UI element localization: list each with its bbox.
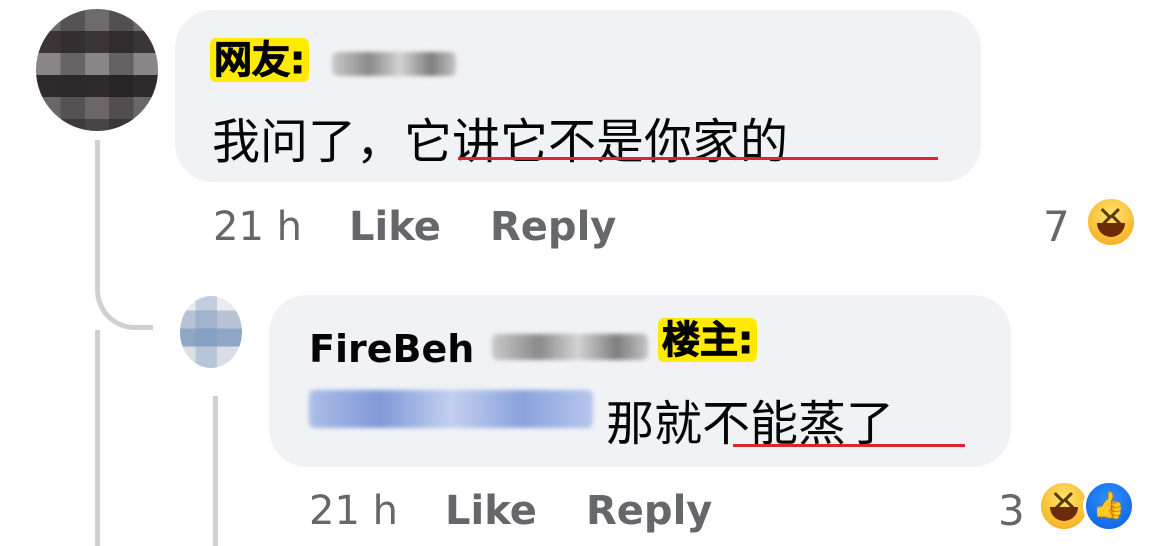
comment-2-timestamp[interactable]: 21 h: [309, 488, 398, 534]
comment-1-red-underline: [458, 157, 938, 160]
comment-2-like-button[interactable]: Like: [445, 488, 537, 534]
thread-line-left-continue: [95, 330, 100, 546]
haha-icon[interactable]: [1085, 196, 1137, 248]
comment-2-reply-button[interactable]: Reply: [586, 488, 712, 534]
comment-2-reaction-count[interactable]: 3: [998, 486, 1025, 535]
like-thumb-icon[interactable]: 👍: [1083, 480, 1135, 532]
comment-1-reaction-count[interactable]: 7: [1043, 202, 1070, 251]
thread-line-reply: [213, 396, 218, 546]
thread-line-curve: [95, 230, 153, 330]
comment-text-1-highlight: 它讲它不是你家的: [404, 114, 789, 170]
mentioned-user-blurred[interactable]: [309, 390, 593, 428]
comment-1-reply-button[interactable]: Reply: [490, 204, 616, 250]
commenter-tag-label: 网友:: [210, 38, 310, 83]
avatar-commenter[interactable]: [36, 9, 158, 131]
comment-2-red-underline: [733, 444, 965, 447]
commenter-name-blurred[interactable]: [332, 52, 456, 76]
author-tag-label: 楼主:: [658, 318, 758, 363]
author-name-blurred[interactable]: [492, 334, 648, 360]
avatar-author[interactable]: [180, 296, 242, 368]
comment-1-timestamp[interactable]: 21 h: [213, 204, 302, 250]
comment-text-2-prefix: 那就: [606, 396, 703, 452]
comment-1-like-button[interactable]: Like: [349, 204, 441, 250]
comment-text-1: 我问了，它讲它不是你家的: [212, 102, 788, 172]
comment-2-author-name[interactable]: FireBeh: [309, 327, 474, 371]
comment-text-1-prefix: 我问了，: [212, 114, 405, 170]
